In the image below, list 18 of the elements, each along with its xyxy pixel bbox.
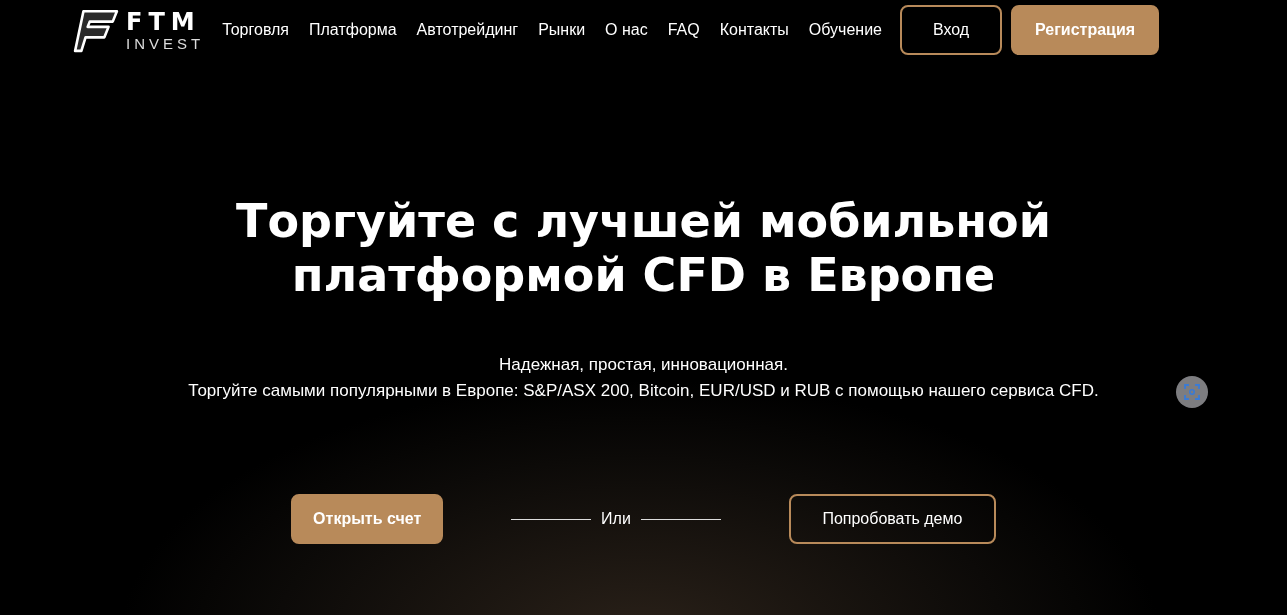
nav-link[interactable]: Рынки bbox=[538, 21, 586, 39]
nav-link[interactable]: О нас bbox=[605, 21, 648, 39]
or-separator: Или bbox=[601, 510, 631, 528]
nav-link[interactable]: FAQ bbox=[667, 21, 700, 39]
logo-icon bbox=[72, 7, 120, 53]
nav-link[interactable]: Контакты bbox=[719, 21, 789, 39]
screenshot-icon[interactable] bbox=[1176, 376, 1208, 408]
hero-tagline: Надежная, простая, инновационная. bbox=[499, 354, 788, 376]
hero-title: Торгуйте с лучшей мобильной платформой CFD в Европе bbox=[235, 194, 1052, 302]
login-button[interactable]: Вход bbox=[900, 5, 1002, 55]
nav-link[interactable]: Обучение bbox=[808, 21, 882, 39]
nav-link[interactable]: Платформа bbox=[309, 21, 397, 39]
demo-button[interactable]: Попробовать демо bbox=[788, 494, 996, 544]
logo-title: FTM bbox=[126, 9, 202, 34]
hero-description: Торгуйте самыми популярными в Европе: S&P/ASX 200, Bitcoin, EUR/USD и RUB с помощью нашего сервиса CFD. bbox=[188, 380, 1099, 402]
nav-link[interactable]: Торговля bbox=[222, 21, 290, 39]
logo-subtitle: INVEST bbox=[126, 35, 205, 51]
nav-link[interactable]: Автотрейдинг bbox=[416, 21, 519, 39]
